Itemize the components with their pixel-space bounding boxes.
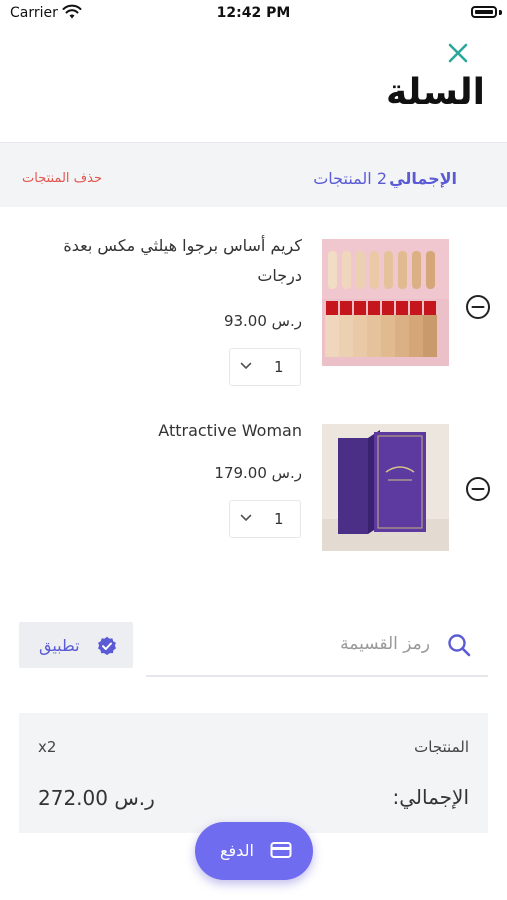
order-totals-box [19,713,488,833]
product-image [322,239,449,366]
apply-label: تطبيق [39,636,80,655]
checkout-label: الدفع [220,841,254,860]
quantity-value: 1 [274,510,284,528]
status-time: 12:42 PM [216,5,291,21]
close-icon[interactable] [444,39,472,67]
products-count: x2 [38,738,57,756]
product-name: Attractive Woman [158,421,302,440]
battery-icon [471,6,497,18]
products-label: المنتجات [414,738,469,756]
chevron-down-icon [240,514,252,522]
total-label: الإجمالي [389,169,457,188]
search-icon[interactable] [446,632,472,658]
product-name: كريم أساس برجوا هيلثي مكس بعدة درجات [63,236,302,285]
page-title: السلة [385,72,485,113]
quantity-value: 1 [274,358,284,376]
product-price: 93.00 ر.س [223,312,302,330]
chevron-down-icon [240,362,252,370]
grand-total-value: 272.00 ر.س [38,786,155,810]
battery-cap [499,10,502,15]
product-image [322,424,449,551]
coupon-input[interactable]: رمز القسيمة [340,634,430,654]
checkout-button[interactable]: الدفع [195,822,313,880]
items-count: 2 المنتجات [313,169,387,188]
remove-item-icon[interactable] [465,294,491,320]
coupon-underline [146,675,488,677]
grand-total-label: الإجمالي: [392,785,469,809]
delete-products-button[interactable]: حذف المنتجات [22,171,102,186]
remove-item-icon[interactable] [465,476,491,502]
verified-badge-icon [98,636,116,655]
apply-coupon-button[interactable]: تطبيق [19,622,133,668]
credit-card-icon [270,842,292,858]
quantity-select[interactable]: 1 [229,500,301,538]
quantity-select[interactable]: 1 [229,348,301,386]
product-price: 179.00 ر.س [214,464,302,482]
